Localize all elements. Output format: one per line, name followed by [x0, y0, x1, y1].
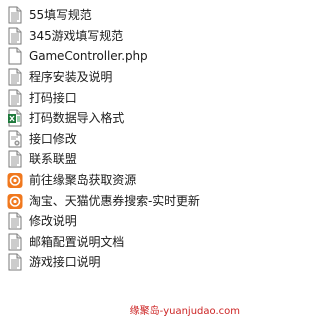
file-name: 前往缘聚岛获取资源 [29, 173, 137, 188]
file-list: 55填写规范 345游戏填写规范 GameController.php 程序安装… [0, 5, 248, 273]
file-name: 邮箱配置说明文档 [29, 234, 125, 249]
text-file-icon [8, 253, 22, 271]
text-file-icon [8, 68, 22, 86]
file-name: 打码数据导入格式 [29, 111, 125, 126]
file-item-import-format[interactable]: 打码数据导入格式 [0, 108, 248, 129]
file-name: 淘宝、天猫优惠券搜索-实时更新 [29, 193, 200, 208]
spreadsheet-file-icon [8, 109, 22, 127]
file-item-coupon-shortcut[interactable]: 淘宝、天猫优惠券搜索-实时更新 [0, 190, 248, 211]
file-name: 345游戏填写规范 [29, 28, 124, 43]
web-shortcut-icon [7, 173, 23, 189]
text-file-icon [8, 27, 22, 45]
file-item-gamecontroller[interactable]: GameController.php [0, 46, 248, 67]
file-name: 游戏接口说明 [29, 255, 101, 270]
web-shortcut-icon [7, 193, 23, 209]
file-item-contact[interactable]: 联系联盟 [0, 149, 248, 170]
file-item-mail-config[interactable]: 邮箱配置说明文档 [0, 232, 248, 253]
text-file-icon [8, 150, 22, 168]
file-item-captcha-api[interactable]: 打码接口 [0, 87, 248, 108]
file-name: 接口修改 [29, 131, 77, 146]
file-item-resource-shortcut[interactable]: 前往缘聚岛获取资源 [0, 170, 248, 191]
text-file-icon [8, 89, 22, 107]
file-item-changelog[interactable]: 修改说明 [0, 211, 248, 232]
text-file-icon [8, 233, 22, 251]
ini-file-icon [8, 130, 22, 148]
file-item-install-guide[interactable]: 程序安装及说明 [0, 67, 248, 88]
file-item-game-api[interactable]: 游戏接口说明 [0, 252, 248, 273]
file-name: 程序安装及说明 [29, 70, 113, 85]
file-name: 修改说明 [29, 214, 77, 229]
text-file-icon [8, 6, 22, 24]
file-item-55-guide[interactable]: 55填写规范 [0, 5, 248, 26]
file-name: 55填写规范 [29, 8, 92, 23]
file-name: 联系联盟 [29, 152, 77, 167]
file-name: GameController.php [29, 49, 148, 64]
blank-file-icon [8, 47, 22, 65]
file-name: 打码接口 [29, 90, 77, 105]
watermark: 缘聚岛-yuanjudao.com [129, 306, 240, 317]
file-item-345-guide[interactable]: 345游戏填写规范 [0, 26, 248, 47]
file-item-api-modify[interactable]: 接口修改 [0, 129, 248, 150]
text-file-icon [8, 212, 22, 230]
